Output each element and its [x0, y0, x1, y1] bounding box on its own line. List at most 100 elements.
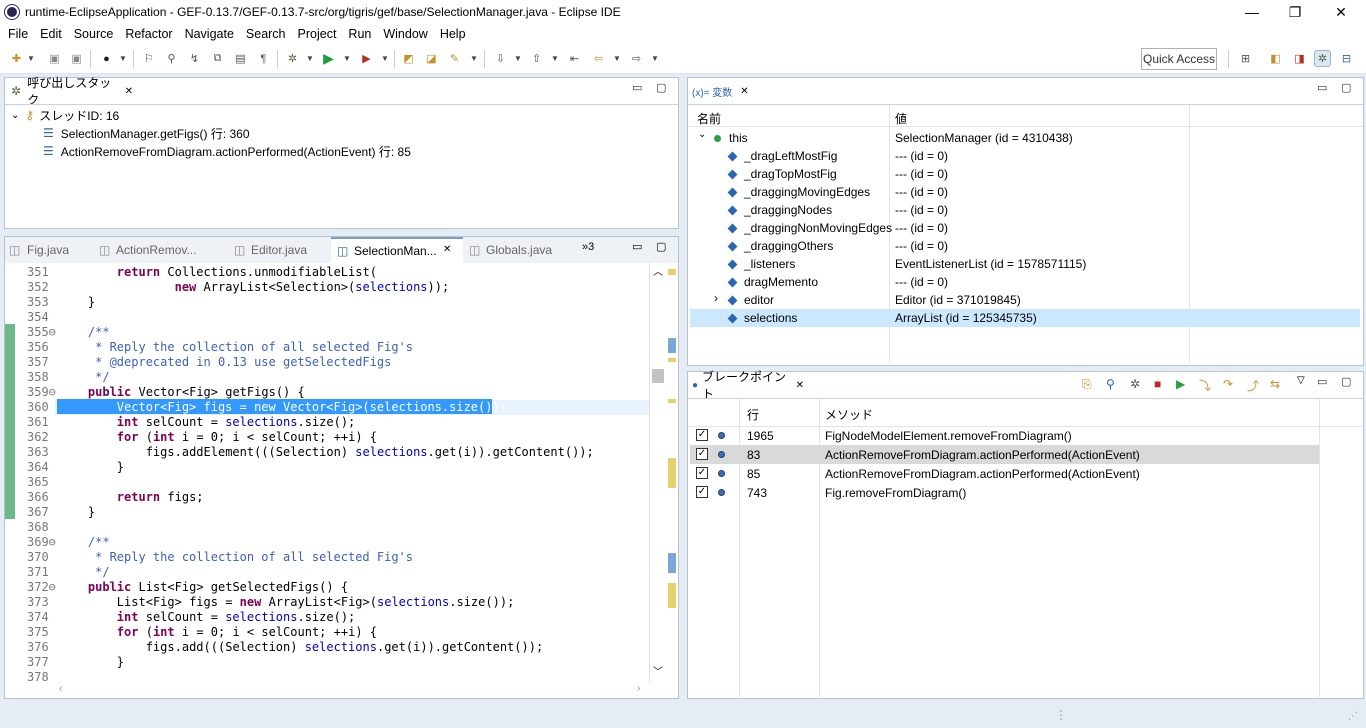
restore-button[interactable]: ❐: [1272, 0, 1318, 24]
chevron-up-icon[interactable]: ︿: [653, 263, 663, 278]
variable-row[interactable]: dragMemento --- (id = 0): [690, 273, 1360, 291]
scroll-thumb[interactable]: [652, 369, 664, 383]
run-icon[interactable]: ▶: [320, 50, 337, 67]
code-line[interactable]: 368: [5, 520, 665, 535]
code-line[interactable]: 353 }: [5, 295, 665, 310]
breakpoint-row[interactable]: ✓ 743 Fig.removeFromDiagram(): [690, 483, 1319, 502]
vertical-scrollbar[interactable]: ︿ ﹀: [649, 263, 667, 683]
java-perspective-icon[interactable]: ◧: [1267, 50, 1284, 67]
code-line[interactable]: 356 * Reply the collection of all select…: [5, 340, 665, 355]
breakpoint-checkbox[interactable]: ✓: [696, 448, 708, 460]
variable-row[interactable]: _dragLeftMostFig --- (id = 0): [690, 147, 1360, 165]
perspective-user-icon[interactable]: ●: [98, 50, 115, 67]
code-line[interactable]: 354: [5, 310, 665, 325]
maximize-icon[interactable]: ▢: [656, 240, 666, 253]
tab-editor-java[interactable]: Editor.java: [251, 243, 307, 257]
code-line[interactable]: 363 figs.addElement(((Selection) selecti…: [5, 445, 665, 460]
breakpoint-checkbox[interactable]: ✓: [696, 467, 708, 479]
debug-dropdown-icon[interactable]: ▼: [306, 54, 314, 63]
variable-row[interactable]: _dragTopMostFig --- (id = 0): [690, 165, 1360, 183]
breakpoint-row[interactable]: ✓ 1965 FigNodeModelElement.removeFromDiagr…: [690, 426, 1319, 445]
next-annotation-dropdown-icon[interactable]: ▼: [514, 54, 522, 63]
tab-variables[interactable]: (x)= 変数 ✕: [688, 78, 760, 104]
block-icon[interactable]: ▤: [232, 50, 249, 67]
variable-row[interactable]: _draggingNonMovingEdges --- (id = 0): [690, 219, 1360, 237]
close-icon[interactable]: ✕: [443, 244, 451, 255]
tab-callstack[interactable]: ✲ 呼び出しスタック ✕: [5, 76, 133, 107]
code-line[interactable]: 361 int selCount = selections.size();: [5, 415, 665, 430]
open-type-icon[interactable]: ◩: [400, 50, 417, 67]
stack-frame[interactable]: ☰ ActionRemoveFromDiagram.actionPerforme…: [43, 142, 411, 160]
code-line[interactable]: 375 for (int i = 0; i < selCount; ++i) {: [5, 625, 665, 640]
debug-perspective-icon[interactable]: ✲: [1314, 50, 1331, 67]
java-ee-perspective-icon[interactable]: ◨: [1291, 50, 1308, 67]
toggle-icon[interactable]: ⧉: [209, 50, 226, 67]
chevron-down-icon[interactable]: ⌄: [11, 110, 19, 121]
chevron-left-icon[interactable]: ‹: [59, 683, 62, 694]
column-method-header[interactable]: メソッド: [825, 406, 873, 423]
last-edit-icon[interactable]: ⇤: [566, 50, 583, 67]
prev-annotation-dropdown-icon[interactable]: ▼: [551, 54, 559, 63]
variable-row[interactable]: ⌄ this SelectionManager (id = 4310438): [690, 129, 1360, 147]
tab-fig-java[interactable]: Fig.java: [27, 243, 69, 257]
new-icon[interactable]: ✚: [8, 50, 25, 67]
code-line[interactable]: 358 */: [5, 370, 665, 385]
variable-row[interactable]: _draggingNodes --- (id = 0): [690, 201, 1360, 219]
variable-row[interactable]: selections ArrayList (id = 125345735): [690, 309, 1360, 327]
external-dropdown-icon[interactable]: ▼: [381, 54, 389, 63]
menu-project[interactable]: Project: [292, 27, 343, 41]
code-line[interactable]: 360 Vector<Fig> figs = new Vector<Fig>(s…: [5, 400, 665, 415]
maximize-icon[interactable]: ▢: [1341, 81, 1351, 94]
minimize-icon[interactable]: ▭: [1317, 81, 1327, 94]
search-dropdown-icon[interactable]: ▼: [470, 54, 478, 63]
code-line[interactable]: 352 new ArrayList<Selection>(selections)…: [5, 280, 665, 295]
code-line[interactable]: 373 List<Fig> figs = new ArrayList<Fig>(…: [5, 595, 665, 610]
menu-navigate[interactable]: Navigate: [179, 27, 240, 41]
tab-globals-java[interactable]: Globals.java: [486, 243, 552, 257]
forward-dropdown-icon[interactable]: ▼: [651, 54, 659, 63]
user-dropdown-icon[interactable]: ▼: [119, 54, 127, 63]
code-line[interactable]: 371 */: [5, 565, 665, 580]
back-dropdown-icon[interactable]: ▼: [613, 54, 621, 63]
code-line[interactable]: 365: [5, 475, 665, 490]
stop-icon[interactable]: ■: [1154, 377, 1161, 391]
step-into-icon[interactable]: ⤵: [1199, 377, 1211, 394]
prev-annotation-icon[interactable]: ⇧: [528, 50, 545, 67]
pin-icon[interactable]: ⚲: [163, 50, 180, 67]
close-icon[interactable]: ✕: [796, 380, 804, 391]
debug-icon[interactable]: ✲: [284, 50, 301, 67]
resume-icon[interactable]: ▶: [1176, 377, 1185, 391]
close-icon[interactable]: ✕: [740, 86, 748, 97]
code-line[interactable]: 367 }: [5, 505, 665, 520]
open-perspective-icon[interactable]: ⊞: [1237, 50, 1254, 67]
menu-search[interactable]: Search: [240, 27, 292, 41]
step-return-icon[interactable]: ⤴: [1247, 377, 1259, 394]
minimize-icon[interactable]: ▭: [1317, 375, 1327, 388]
tab-selection-manager[interactable]: ◫ SelectionMan... ✕: [331, 237, 463, 263]
stack-frame[interactable]: ☰ SelectionManager.getFigs() 行: 360: [43, 124, 250, 142]
code-line[interactable]: 366 return figs;: [5, 490, 665, 505]
code-line[interactable]: 351 return Collections.unmodifiableList(: [5, 265, 665, 280]
code-line[interactable]: 377 }: [5, 655, 665, 670]
view-menu-icon[interactable]: ▽: [1297, 375, 1305, 386]
variable-row[interactable]: _draggingMovingEdges --- (id = 0): [690, 183, 1360, 201]
tab-overflow[interactable]: »3: [582, 241, 594, 253]
column-line-header[interactable]: 行: [747, 406, 759, 423]
minimize-icon[interactable]: ▭: [632, 81, 642, 94]
variable-row[interactable]: _listeners EventListenerList (id = 157857…: [690, 255, 1360, 273]
save-icon[interactable]: ▣: [46, 50, 63, 67]
show-supported-icon[interactable]: ⎘: [1082, 377, 1092, 392]
menu-edit[interactable]: Edit: [34, 27, 68, 41]
tab-action-remove[interactable]: ActionRemov...: [116, 243, 196, 257]
code-line[interactable]: 376 figs.add(((Selection) selections.get…: [5, 640, 665, 655]
chevron-down-icon[interactable]: ⌄: [698, 129, 706, 140]
menu-refactor[interactable]: Refactor: [119, 27, 178, 41]
thread-row[interactable]: ⌄ ⚷ スレッドID: 16: [11, 106, 119, 124]
code-line[interactable]: 374 int selCount = selections.size();: [5, 610, 665, 625]
code-line[interactable]: 357 * @deprecated in 0.13 use getSelecte…: [5, 355, 665, 370]
drop-to-frame-icon[interactable]: ⇆: [1270, 377, 1280, 391]
run-dropdown-icon[interactable]: ▼: [343, 54, 351, 63]
tab-breakpoints[interactable]: ● ブレークポイント ✕: [688, 370, 804, 401]
close-button[interactable]: ✕: [1318, 0, 1364, 24]
column-value-header[interactable]: 値: [895, 110, 907, 127]
